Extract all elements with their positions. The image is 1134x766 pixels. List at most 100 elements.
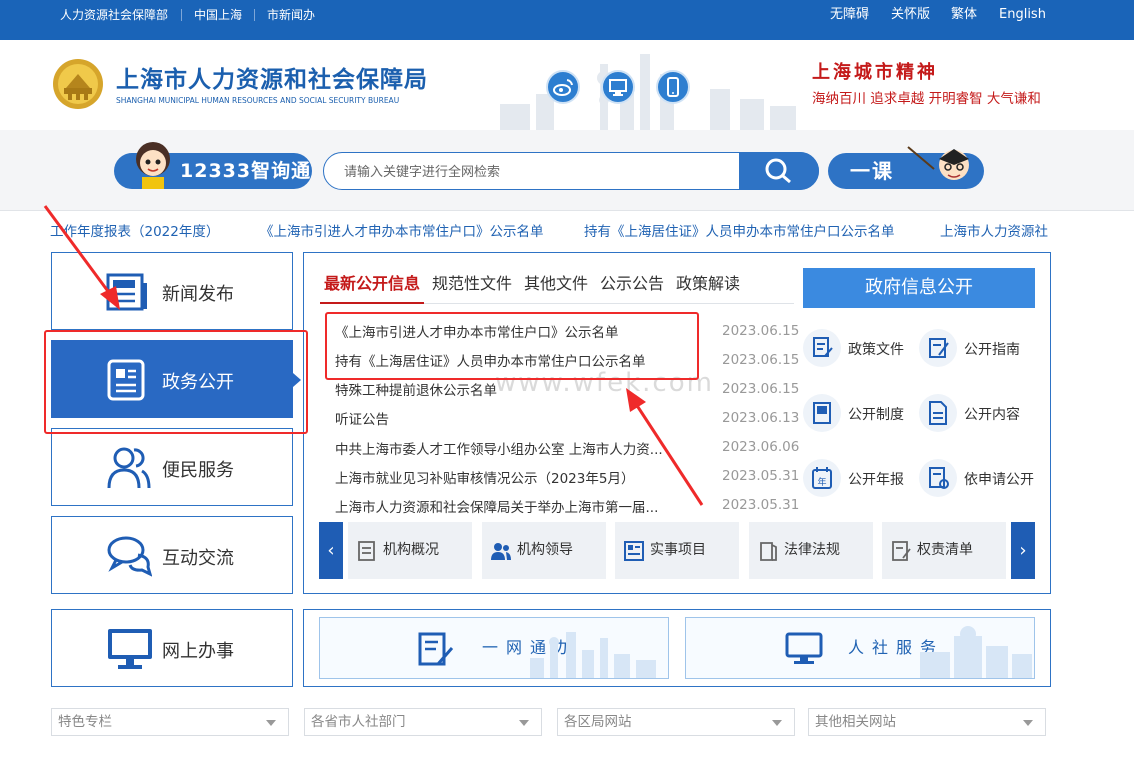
ticker-item[interactable]: 《上海市引进人才申办本市常住户口》公示名单 [260, 214, 544, 250]
nav-news-release[interactable]: 新闻发布 [51, 252, 293, 330]
news-item[interactable]: 上海市人力资源和社会保障局关于举办上海市第一届... [335, 496, 670, 516]
news-date: 2023.06.13 [722, 410, 800, 426]
power-list-icon [892, 541, 911, 561]
search-input[interactable] [342, 153, 736, 191]
people-icon [107, 447, 151, 489]
news-date: 2023.06.15 [722, 323, 800, 339]
quick-link-label: 实事项目 [650, 542, 706, 558]
ticker-item[interactable]: 上海市人力资源社 [940, 214, 1048, 250]
request-disclosure-icon [919, 459, 957, 497]
gov-item-policy-docs[interactable]: 政策文件 [848, 339, 904, 359]
quick-link-org-overview[interactable]: 机构概况 [348, 522, 472, 579]
news-item[interactable]: 听证公告 [335, 408, 670, 428]
skyline-decoration [500, 54, 796, 130]
computer-monitor-icon [785, 632, 823, 664]
monitor-icon [609, 79, 627, 96]
chevron-left-icon: ‹ [327, 540, 335, 561]
dropdown-arrow-icon [772, 720, 782, 726]
gov-item-disclosure-system[interactable]: 公开制度 [848, 404, 904, 424]
quick-link-label: 权责清单 [917, 542, 973, 558]
gov-item-disclosure-content[interactable]: 公开内容 [964, 404, 1020, 424]
select-value: 各省市人社部门 [311, 714, 406, 730]
annotation-highlight-box [44, 330, 308, 434]
weibo-icon [553, 79, 573, 96]
tab-other-docs[interactable]: 其他文件 [524, 270, 588, 294]
carousel-prev-button[interactable]: ‹ [319, 522, 343, 579]
district-bureau-select[interactable]: 各区局网站 [557, 708, 795, 736]
desktop-site-button[interactable] [601, 70, 635, 104]
law-book-icon [760, 542, 777, 561]
nav-online-services[interactable]: 网上办事 [51, 609, 293, 687]
quick-link-laws-regulations[interactable]: 法律法规 [749, 522, 873, 579]
tab-announcements[interactable]: 公示公告 [600, 270, 664, 294]
top-link-news-office[interactable]: 市新闻办 [267, 0, 315, 30]
disclosure-content-icon [919, 394, 957, 432]
top-link-mohrss[interactable]: 人力资源社会保障部 [60, 0, 168, 30]
city-spirit-title: 上海城市精神 [812, 62, 938, 83]
one-network-service-banner[interactable]: 一网通办 [319, 617, 669, 679]
nav-label: 互动交流 [162, 548, 234, 569]
featured-column-select[interactable]: 特色专栏 [51, 708, 289, 736]
gov-info-disclosure-button[interactable]: 政府信息公开 [803, 268, 1035, 308]
projects-icon [624, 541, 644, 561]
news-date: 2023.05.31 [722, 468, 800, 484]
city-spirit-values: 海纳百川 追求卓越 开明睿智 大气谦和 [812, 91, 1041, 107]
tab-latest-info[interactable]: 最新公开信息 [324, 270, 420, 294]
ticker-item[interactable]: 工作年度报表（2022年度） [50, 214, 219, 250]
one-course-label: 一课 [850, 159, 894, 183]
quick-link-org-leaders[interactable]: 机构领导 [482, 522, 606, 579]
accessibility-link[interactable]: 无障碍 [830, 0, 869, 30]
annotation-highlight-box [325, 312, 699, 380]
traditional-chinese-link[interactable]: 繁体 [951, 0, 977, 30]
active-tab-indicator [320, 302, 424, 304]
news-date: 2023.05.31 [722, 497, 800, 513]
gov-item-request-disclosure[interactable]: 依申请公开 [964, 469, 1034, 489]
carousel-next-button[interactable]: › [1011, 522, 1035, 579]
mobile-icon [667, 77, 679, 97]
other-sites-select[interactable]: 其他相关网站 [808, 708, 1046, 736]
dropdown-arrow-icon [1023, 720, 1033, 726]
nav-label: 网上办事 [162, 641, 234, 662]
search-button[interactable] [739, 152, 819, 190]
select-value: 各区局网站 [564, 714, 632, 730]
search-icon [765, 158, 791, 184]
site-title[interactable]: 上海市人力资源和社会保障局 [116, 60, 428, 94]
document-edit-icon [418, 632, 454, 666]
weibo-button[interactable] [546, 70, 580, 104]
dropdown-arrow-icon [266, 720, 276, 726]
news-date: 2023.06.15 [722, 352, 800, 368]
teacher-mascot-icon [907, 146, 969, 180]
smart-assistant-12333-button[interactable]: 12333智询通 [114, 142, 312, 189]
quick-link-label: 机构概况 [383, 542, 439, 558]
computer-monitor-icon [108, 629, 152, 669]
news-item[interactable]: 中共上海市委人才工作领导小组办公室 上海市人力资... [335, 438, 670, 458]
one-course-button[interactable]: 一课 [828, 146, 984, 189]
search-box [323, 152, 819, 191]
tab-normative-docs[interactable]: 规范性文件 [432, 270, 512, 294]
provincial-hr-dept-select[interactable]: 各省市人社部门 [304, 708, 542, 736]
top-bar: 人力资源社会保障部 中国上海 市新闻办 无障碍 关怀版 繁体 English [0, 0, 1134, 40]
top-link-china-shanghai[interactable]: 中国上海 [194, 0, 242, 30]
care-mode-link[interactable]: 关怀版 [891, 0, 930, 30]
hr-social-service-banner[interactable]: 人社服务 [685, 617, 1035, 679]
english-link[interactable]: English [999, 0, 1046, 30]
gov-item-annual-report[interactable]: 公开年报 [848, 469, 904, 489]
policy-docs-icon [803, 329, 841, 367]
assistant-avatar-icon [136, 142, 170, 189]
dropdown-arrow-icon [519, 720, 529, 726]
quick-link-power-list[interactable]: 权责清单 [882, 522, 1006, 579]
mobile-site-button[interactable] [656, 70, 690, 104]
ticker-item[interactable]: 持有《上海居住证》人员申办本市常住户口公示名单 [584, 214, 895, 250]
leaders-icon [491, 543, 511, 560]
quick-link-practical-projects[interactable]: 实事项目 [615, 522, 739, 579]
nav-public-services[interactable]: 便民服务 [51, 428, 293, 506]
news-date: 2023.06.06 [722, 439, 800, 455]
annual-report-icon: 年 [803, 459, 841, 497]
nav-interaction[interactable]: 互动交流 [51, 516, 293, 594]
news-item[interactable]: 上海市就业见习补贴审核情况公示（2023年5月） [335, 467, 670, 487]
bureau-emblem-logo[interactable] [52, 58, 104, 110]
newspaper-icon [106, 273, 147, 311]
gov-item-disclosure-guide[interactable]: 公开指南 [964, 339, 1020, 359]
disclosure-guide-icon [919, 329, 957, 367]
tab-policy-interpretation[interactable]: 政策解读 [676, 270, 740, 294]
